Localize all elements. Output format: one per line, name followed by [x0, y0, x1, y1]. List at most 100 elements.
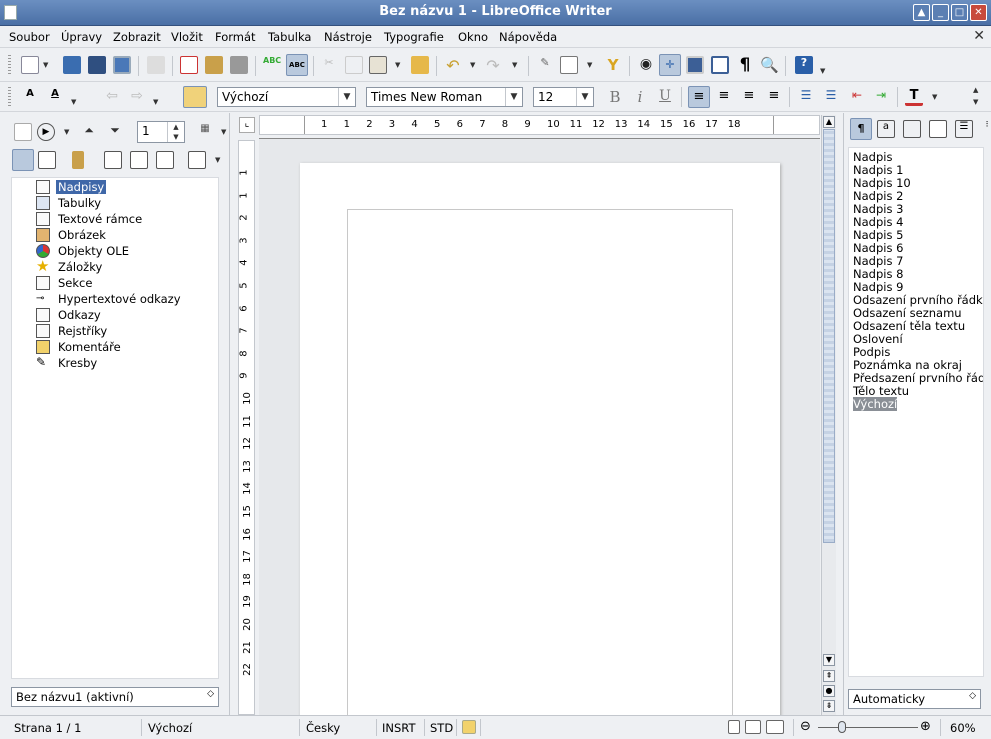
export-icon[interactable] [113, 56, 131, 74]
navigator-splitter[interactable] [229, 113, 237, 715]
help-icon[interactable]: ? [795, 56, 813, 74]
spin-arrows-icon[interactable]: ◇ [969, 691, 976, 701]
maximize-button[interactable]: □ [951, 4, 968, 21]
prev-icon[interactable]: ⇦ [103, 88, 121, 106]
paragraph-styles-icon[interactable]: ¶ [850, 118, 872, 140]
numbering-icon[interactable]: ☰ [797, 88, 815, 106]
navigator-document-select[interactable]: Bez názvu1 (aktivní) ◇ [11, 687, 219, 707]
list-styles-icon[interactable]: ☰ [955, 120, 973, 138]
zoom-out-icon[interactable]: ⊖ [800, 719, 811, 734]
document-canvas[interactable] [259, 138, 820, 715]
toolbar-more-up-icon[interactable]: ▲ [973, 86, 978, 94]
frame-styles-icon[interactable] [903, 120, 921, 138]
align-center-icon[interactable]: ≡ [715, 88, 733, 106]
previous-icon[interactable]: ⏶ [80, 123, 98, 141]
header-icon[interactable] [104, 151, 122, 169]
print-icon[interactable] [205, 56, 223, 74]
decrease-indent-icon[interactable]: ⇤ [848, 88, 866, 106]
menu-vlozit[interactable]: Vložit [171, 30, 203, 44]
scroll-down-icon[interactable]: ▼ [823, 654, 835, 666]
reminder-icon[interactable] [72, 151, 84, 169]
style-item[interactable]: Nadpis 7 [853, 254, 903, 268]
redo-icon[interactable]: ↷ [484, 56, 502, 75]
navigation-dropdown-icon[interactable]: ▼ [64, 128, 69, 136]
nav-item-odkazy[interactable]: Odkazy [36, 307, 103, 323]
font-color-dropdown-icon[interactable]: ▼ [932, 93, 937, 101]
font-effects-dropdown-icon[interactable]: ▼ [71, 98, 76, 106]
font-name-select[interactable]: Times New Roman ▼ [366, 87, 523, 107]
styles-filter-select[interactable]: Automaticky ◇ [848, 689, 981, 709]
chevron-down-icon[interactable]: ▼ [505, 88, 522, 106]
pdf-icon[interactable] [180, 56, 198, 74]
find-icon[interactable]: ◉ [637, 56, 655, 74]
document-modified-icon[interactable] [462, 720, 476, 734]
next-icon[interactable]: ⏷ [106, 123, 124, 141]
zoom-level[interactable]: 60% [950, 721, 976, 735]
new-icon[interactable] [21, 56, 39, 74]
list-box-toggle-icon[interactable] [12, 149, 34, 171]
paste-icon[interactable] [369, 56, 387, 74]
heading-levels-icon[interactable] [188, 151, 206, 169]
chevron-down-icon[interactable]: ▼ [338, 88, 355, 106]
nav-item-hypertextove-odkazy[interactable]: ⊸ Hypertextové odkazy [36, 291, 183, 307]
nav-item-sekce[interactable]: Sekce [36, 275, 94, 291]
autospell-icon[interactable]: ABC [286, 54, 308, 76]
redo-dropdown-icon[interactable]: ▼ [512, 61, 517, 69]
nav-item-tabulky[interactable]: Tabulky [36, 195, 103, 211]
nav-item-obrazek[interactable]: Obrázek [36, 227, 108, 243]
menu-upravy[interactable]: Úpravy [61, 30, 102, 44]
book-view-icon[interactable] [766, 720, 784, 734]
drag-mode-dropdown-icon[interactable]: ▼ [221, 128, 226, 136]
save-icon[interactable] [63, 56, 81, 74]
style-item[interactable]: Nadpis 9 [853, 280, 903, 294]
font-effects-icon[interactable]: A [46, 88, 64, 106]
nav-item-rejstriky[interactable]: Rejstříky [36, 323, 109, 339]
menu-soubor[interactable]: Soubor [9, 30, 50, 44]
horizontal-ruler[interactable]: 1 1 2 3 4 5 6 7 8 9 10 11 12 13 14 15 16 17 18 [259, 115, 820, 135]
style-item[interactable]: Nadpis 10 [853, 176, 911, 190]
menu-format[interactable]: Formát [215, 30, 256, 44]
font-color-icon[interactable]: T [905, 88, 923, 106]
save-as-icon[interactable] [88, 56, 106, 74]
anchor-icon[interactable] [156, 151, 174, 169]
menu-okno[interactable]: Okno [458, 30, 488, 44]
undo-dropdown-icon[interactable]: ▼ [470, 61, 475, 69]
single-page-view-icon[interactable] [728, 720, 740, 734]
align-right-icon[interactable]: ≡ [740, 88, 758, 106]
page-spin-field[interactable]: 1 ▲ ▼ [137, 121, 185, 143]
pilcrow-icon[interactable]: ¶ [736, 55, 754, 75]
minimize-button[interactable]: _ [932, 4, 949, 21]
close-document-icon[interactable]: ✕ [973, 28, 985, 44]
bullets-icon[interactable]: ☰ [822, 88, 840, 106]
italic-button[interactable]: i [631, 88, 649, 106]
hyperlink-icon[interactable]: ✎ [536, 56, 554, 74]
style-item[interactable]: Podpis [853, 345, 890, 359]
zoom-slider[interactable] [818, 727, 918, 728]
style-item[interactable]: Nadpis [853, 150, 892, 164]
style-item-selected[interactable]: Výchozí [853, 397, 898, 411]
cut-icon[interactable]: ✂ [320, 56, 338, 74]
language[interactable]: Česky [306, 721, 340, 735]
vertical-scrollbar[interactable]: ▲ ▼ ⇞ ● ⇟ [821, 115, 836, 715]
toolbar-overflow-icon[interactable]: ▼ [820, 67, 825, 75]
scroll-up-icon[interactable]: ▲ [823, 116, 835, 128]
styles-panel-icon[interactable] [183, 86, 207, 108]
previous-page-icon[interactable]: ⇞ [823, 670, 835, 682]
content-view-icon[interactable] [14, 123, 32, 141]
undo-icon[interactable]: ↶ [444, 56, 462, 75]
style-item[interactable]: Předsazení prvního řádku [853, 371, 983, 385]
style-item[interactable]: Odsazení prvního řádku [853, 293, 983, 307]
datasource-icon[interactable] [711, 56, 729, 74]
new-dropdown-icon[interactable]: ▼ [43, 61, 48, 69]
menu-napoveda[interactable]: Nápověda [499, 30, 557, 44]
style-item[interactable]: Nadpis 3 [853, 202, 903, 216]
heading-levels-dropdown-icon[interactable]: ▼ [215, 156, 220, 164]
style-item[interactable]: Odsazení těla textu [853, 319, 965, 333]
copy-icon[interactable] [345, 56, 363, 74]
paragraph-style-select[interactable]: Výchozí ▼ [217, 87, 356, 107]
nav-item-objekty-ole[interactable]: Objekty OLE [36, 243, 131, 259]
menu-typografie[interactable]: Typografie [384, 30, 444, 44]
align-left-icon[interactable]: ≡ [688, 86, 710, 108]
navigation-icon[interactable]: ▶ [37, 123, 55, 141]
style-item[interactable]: Nadpis 2 [853, 189, 903, 203]
